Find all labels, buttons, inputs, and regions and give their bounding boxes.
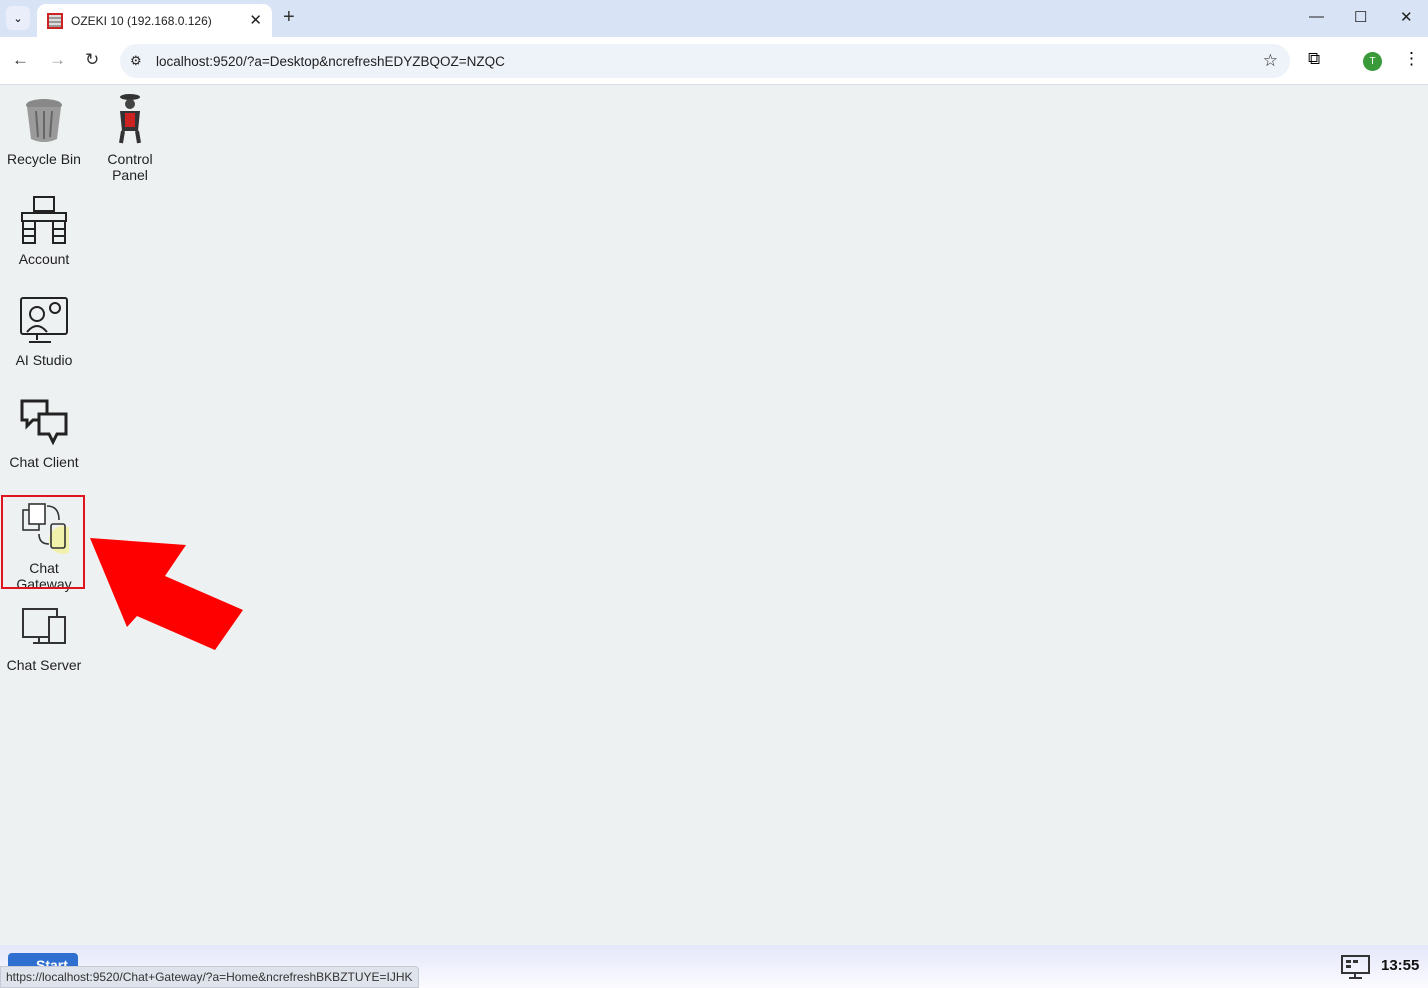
clock: 13:55 bbox=[1381, 957, 1420, 974]
red-arrow-annotation bbox=[90, 538, 243, 650]
link-status-bar: https://localhost:9520/Chat+Gateway/?a=H… bbox=[0, 966, 419, 988]
display-tray-icon[interactable] bbox=[1341, 954, 1371, 980]
